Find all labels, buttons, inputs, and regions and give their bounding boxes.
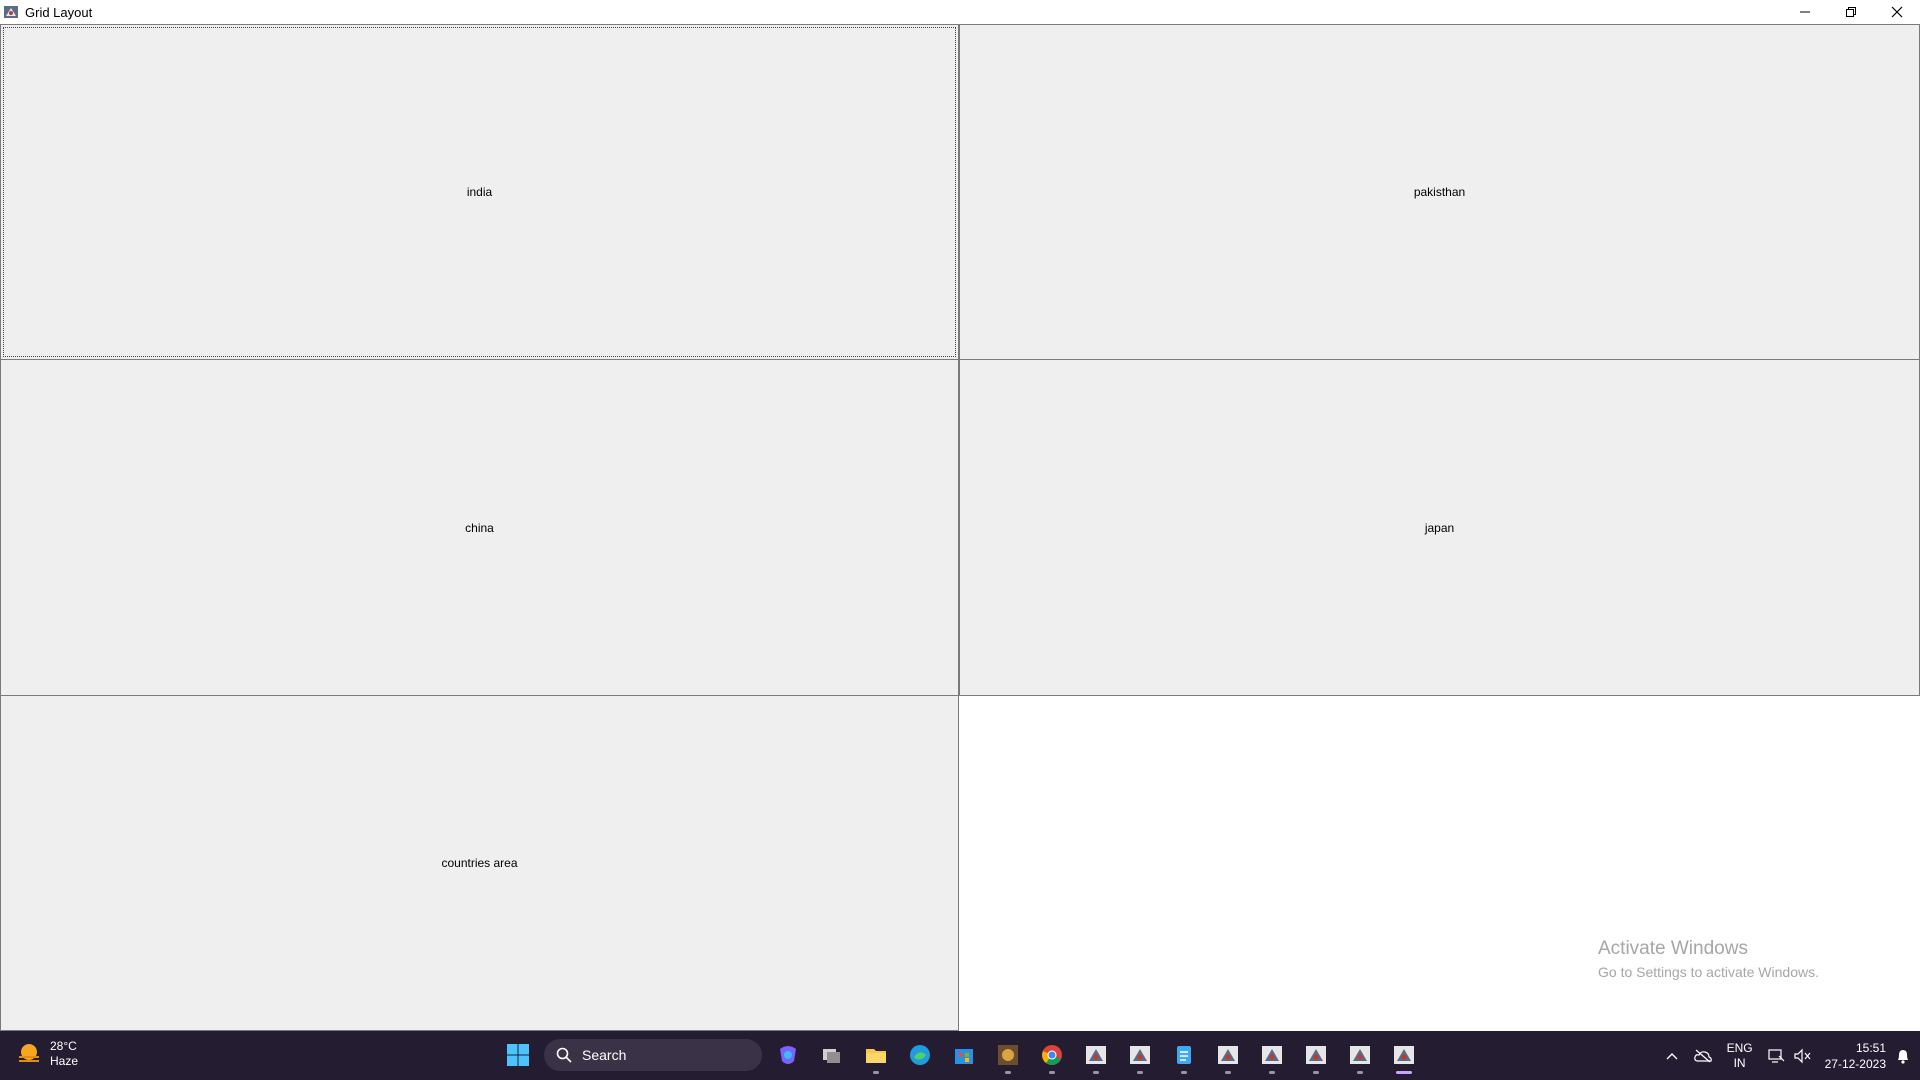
network-button[interactable] <box>1767 1048 1785 1064</box>
edge-button[interactable] <box>902 1037 938 1073</box>
java-window-button-1[interactable] <box>1078 1037 1114 1074</box>
activate-windows-watermark: Activate Windows Go to Settings to activ… <box>1598 938 1819 980</box>
title-bar: Grid Layout <box>0 0 1920 24</box>
java-window-icon <box>1350 1046 1370 1064</box>
java-window-button-6[interactable] <box>1342 1037 1378 1074</box>
start-button[interactable] <box>500 1037 536 1073</box>
java-app-icon[interactable] <box>3 4 19 20</box>
weather-temperature: 28°C <box>50 1039 77 1053</box>
clock-time: 15:51 <box>1855 1040 1886 1055</box>
java-window-icon <box>1218 1046 1238 1064</box>
china-button-label: china <box>465 520 494 535</box>
language-indicator[interactable]: ENG IN <box>1727 1041 1753 1071</box>
volume-button[interactable] <box>1793 1048 1811 1064</box>
bell-icon <box>1898 1049 1908 1064</box>
java-window-button-3[interactable] <box>1210 1037 1246 1074</box>
cloud-offline-icon <box>1693 1049 1712 1062</box>
close-button[interactable] <box>1874 0 1920 24</box>
java-window-icon <box>1262 1046 1282 1064</box>
java-window-button-5[interactable] <box>1298 1037 1334 1074</box>
copilot-button[interactable] <box>770 1037 806 1073</box>
java-window-button-2[interactable] <box>1122 1037 1158 1074</box>
language-code: ENG <box>1726 1040 1753 1055</box>
activate-windows-title: Activate Windows <box>1598 938 1748 959</box>
notepad-button[interactable] <box>1166 1037 1202 1074</box>
java-window-icon <box>1306 1046 1326 1064</box>
java-window-button-active[interactable] <box>1386 1037 1422 1074</box>
restore-icon <box>1846 7 1856 17</box>
weather-condition: Haze <box>50 1054 79 1068</box>
region-code: IN <box>1733 1055 1746 1070</box>
app-icon <box>998 1045 1018 1065</box>
taskbar: 28°C Haze Search ENG IN 15:51 27-12-2023 <box>0 1031 1920 1080</box>
restore-button[interactable] <box>1828 0 1874 24</box>
india-button-label: india <box>466 185 493 199</box>
copilot-icon <box>780 1046 796 1064</box>
window-title: Grid Layout <box>25 4 93 20</box>
volume-muted-icon <box>1794 1048 1811 1063</box>
task-view-icon <box>823 1049 840 1063</box>
notifications-button[interactable] <box>1896 1048 1910 1064</box>
countries-area-button[interactable]: countries area <box>0 695 959 1031</box>
file-explorer-button[interactable] <box>858 1037 894 1074</box>
weather-widget[interactable]: 28°C Haze <box>16 1039 78 1069</box>
windows-logo-icon <box>507 1044 529 1066</box>
chrome-button[interactable] <box>1034 1037 1070 1074</box>
java-window-icon <box>1130 1046 1150 1064</box>
taskbar-search-box[interactable]: Search <box>544 1039 762 1071</box>
edge-icon <box>910 1045 930 1065</box>
india-button[interactable]: india <box>0 24 959 360</box>
folder-icon <box>866 1049 886 1063</box>
notepad-icon <box>1177 1046 1191 1064</box>
grid-layout-panel: india pakisthan china japan countries ar… <box>0 24 1920 1031</box>
haze-sun-icon <box>19 1044 39 1062</box>
minimize-button[interactable] <box>1782 0 1828 24</box>
close-icon <box>1891 6 1903 18</box>
chrome-icon <box>1042 1045 1062 1065</box>
search-icon <box>556 1047 572 1063</box>
task-view-button[interactable] <box>814 1037 850 1073</box>
activate-windows-subtitle: Go to Settings to activate Windows. <box>1598 964 1819 980</box>
onedrive-button[interactable] <box>1693 1049 1713 1063</box>
search-label: Search <box>582 1047 627 1063</box>
japan-button-label: japan <box>1424 520 1455 535</box>
pakisthan-button-label: pakisthan <box>1413 185 1466 199</box>
java-window-icon <box>1394 1046 1414 1064</box>
china-button[interactable]: china <box>0 359 959 696</box>
network-icon <box>1768 1048 1785 1063</box>
java-window-button-4[interactable] <box>1254 1037 1290 1074</box>
store-icon <box>955 1049 973 1064</box>
countries-area-button-label: countries area <box>441 856 518 870</box>
chevron-up-icon <box>1666 1052 1678 1059</box>
pakisthan-button[interactable]: pakisthan <box>959 24 1920 360</box>
clock-button[interactable]: 15:51 27-12-2023 <box>1825 1040 1886 1072</box>
java-window-icon <box>1086 1046 1106 1064</box>
app-button-1[interactable] <box>990 1037 1026 1074</box>
minimize-icon <box>1800 11 1810 13</box>
show-hidden-icons-button[interactable] <box>1665 1051 1679 1061</box>
clock-date: 27-12-2023 <box>1824 1056 1886 1071</box>
japan-button[interactable]: japan <box>959 359 1920 696</box>
store-button[interactable] <box>946 1037 982 1073</box>
